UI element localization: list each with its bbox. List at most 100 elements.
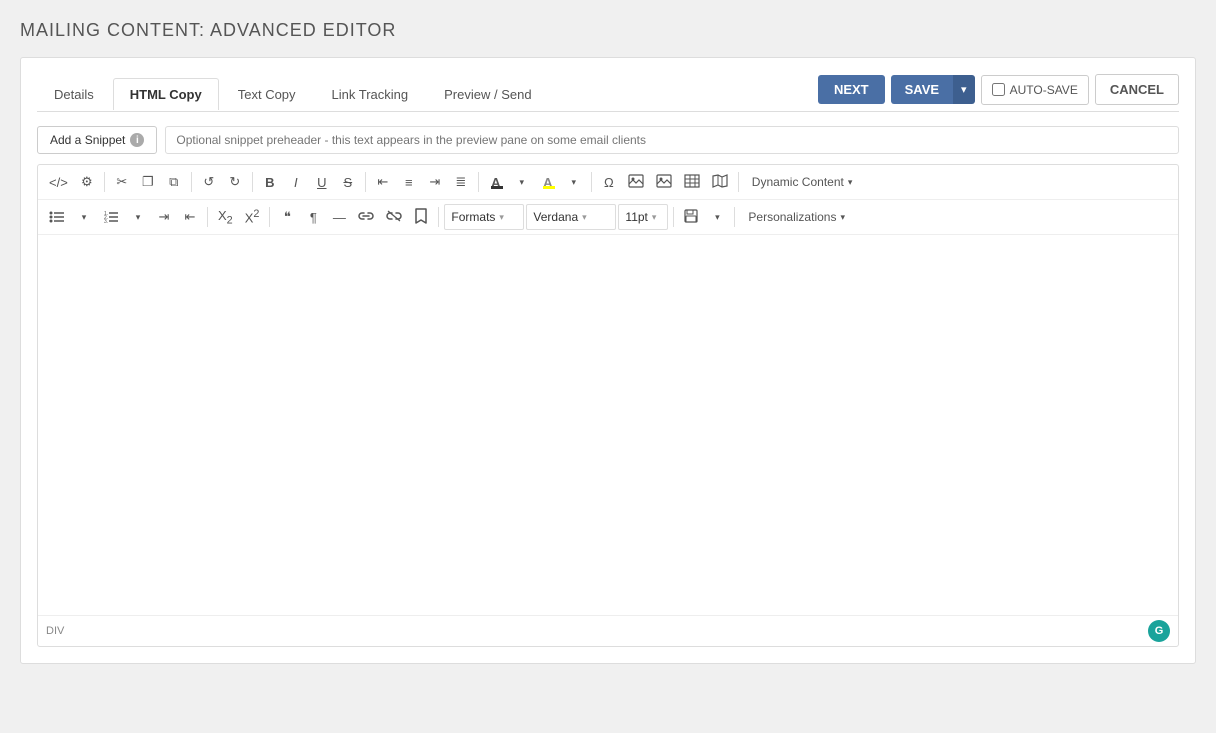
editor-container: </> ⚙ ✂ ❐ ⧉ ↺ (37, 164, 1179, 647)
chevron-down-icon: ▾ (961, 84, 967, 96)
chevron-down-icon-formats: ▾ (499, 212, 504, 223)
italic-button[interactable]: I (284, 169, 308, 195)
block-image-icon (656, 174, 672, 191)
outdent-button[interactable]: ⇤ (178, 204, 202, 230)
ol-dropdown[interactable]: ▾ (126, 204, 150, 230)
add-snippet-button[interactable]: Add a Snippet i (37, 126, 157, 154)
redo-button[interactable]: ↻ (223, 169, 247, 195)
indent-button[interactable]: ⇥ (152, 204, 176, 230)
font-color-dropdown[interactable]: ▾ (510, 169, 534, 195)
font-family-label: Verdana (533, 210, 578, 224)
autosave-label: AUTO-SAVE (1010, 83, 1078, 97)
underline-button[interactable]: U (310, 169, 334, 195)
italic-icon: I (294, 175, 298, 190)
subscript-button[interactable]: X2 (213, 204, 238, 230)
save-button[interactable]: SAVE (891, 75, 953, 104)
omega-icon: Ω (604, 175, 614, 190)
ul-dropdown[interactable]: ▾ (72, 204, 96, 230)
indent-icon: ⇥ (159, 209, 170, 225)
editor-content[interactable] (38, 235, 1178, 615)
bookmark-button[interactable] (409, 204, 433, 230)
inline-image-icon (628, 174, 644, 191)
omega-button[interactable]: Ω (597, 169, 621, 195)
font-size-label: 11pt (625, 210, 647, 224)
unordered-list-button[interactable] (44, 204, 70, 230)
align-right-button[interactable]: ⇥ (423, 169, 447, 195)
redo-icon: ↻ (229, 174, 240, 190)
bold-icon: B (265, 175, 274, 190)
save-toolbar-button[interactable] (679, 204, 703, 230)
source-icon: </> (49, 175, 68, 190)
toolbar-row-1: </> ⚙ ✂ ❐ ⧉ ↺ (38, 165, 1178, 200)
font-size-select[interactable]: 11pt ▾ (618, 204, 668, 230)
block-image-button[interactable] (651, 169, 677, 195)
font-color-wrapper: A (491, 175, 500, 190)
ordered-list-button[interactable]: 1.2.3. (98, 204, 124, 230)
superscript-button[interactable]: X2 (240, 204, 265, 230)
chevron-down-icon-save: ▾ (715, 212, 720, 223)
align-justify-button[interactable]: ≣ (449, 169, 473, 195)
paste-button[interactable]: ⧉ (162, 169, 186, 195)
copy-icon: ❐ (142, 174, 154, 190)
save-icon (684, 209, 698, 226)
chevron-down-icon-ul: ▾ (82, 212, 87, 223)
tab-details[interactable]: Details (37, 78, 111, 110)
separator-1 (104, 172, 105, 192)
map-button[interactable] (707, 169, 733, 195)
separator-2 (191, 172, 192, 192)
formats-select[interactable]: Formats ▾ (444, 204, 524, 230)
chevron-down-icon-dynamic: ▾ (848, 177, 853, 188)
blockquote-button[interactable]: ❝ (275, 204, 299, 230)
paragraph-icon: ¶ (310, 210, 317, 225)
chevron-down-icon-color: ▾ (520, 177, 525, 188)
personalizations-label: Personalizations (748, 210, 836, 224)
outdent-icon: ⇤ (185, 209, 196, 225)
link-icon (358, 209, 374, 226)
settings-button[interactable]: ⚙ (75, 169, 99, 195)
chevron-down-icon-size: ▾ (652, 212, 657, 223)
cancel-button[interactable]: CANCEL (1095, 74, 1179, 105)
strikethrough-button[interactable]: S (336, 169, 360, 195)
undo-button[interactable]: ↺ (197, 169, 221, 195)
map-icon (712, 174, 728, 191)
snippet-row: Add a Snippet i (37, 126, 1179, 154)
cut-button[interactable]: ✂ (110, 169, 134, 195)
font-family-select[interactable]: Verdana ▾ (526, 204, 616, 230)
save-dropdown-toolbar[interactable]: ▾ (705, 204, 729, 230)
copy-button[interactable]: ❐ (136, 169, 160, 195)
table-button[interactable] (679, 169, 705, 195)
font-color-button[interactable]: A (484, 169, 508, 195)
align-left-button[interactable]: ⇤ (371, 169, 395, 195)
save-dropdown-button[interactable]: ▾ (953, 75, 975, 104)
personalizations-button[interactable]: Personalizations ▾ (740, 204, 853, 230)
bold-button[interactable]: B (258, 169, 282, 195)
tab-text-copy[interactable]: Text Copy (221, 78, 313, 110)
hr-button[interactable]: — (327, 204, 351, 230)
gear-icon: ⚙ (81, 174, 93, 190)
svg-text:3.: 3. (104, 219, 108, 223)
link-button[interactable] (353, 204, 379, 230)
tabs-bar: Details HTML Copy Text Copy Link Trackin… (37, 74, 1179, 112)
inline-image-button[interactable] (623, 169, 649, 195)
snippet-input[interactable] (165, 126, 1179, 154)
autosave-button[interactable]: AUTO-SAVE (981, 75, 1089, 105)
tab-link-tracking[interactable]: Link Tracking (315, 78, 426, 110)
tab-html-copy[interactable]: HTML Copy (113, 78, 219, 110)
source-button[interactable]: </> (44, 169, 73, 195)
highlight-dropdown[interactable]: ▾ (562, 169, 586, 195)
next-button[interactable]: NEXT (818, 75, 885, 104)
chevron-down-icon-personalizations: ▾ (840, 212, 845, 223)
dynamic-content-button[interactable]: Dynamic Content ▾ (744, 169, 861, 195)
bookmark-icon (414, 208, 428, 227)
element-label: DIV (46, 625, 64, 637)
autosave-checkbox[interactable] (992, 83, 1005, 96)
align-center-button[interactable]: ≡ (397, 169, 421, 195)
snippet-info-icon: i (130, 133, 144, 147)
paragraph-button[interactable]: ¶ (301, 204, 325, 230)
separator-4 (365, 172, 366, 192)
tab-preview-send[interactable]: Preview / Send (427, 78, 548, 110)
undo-icon: ↺ (203, 174, 214, 190)
highlight-button[interactable]: A (536, 169, 560, 195)
underline-icon: U (317, 175, 326, 190)
unlink-button[interactable] (381, 204, 407, 230)
